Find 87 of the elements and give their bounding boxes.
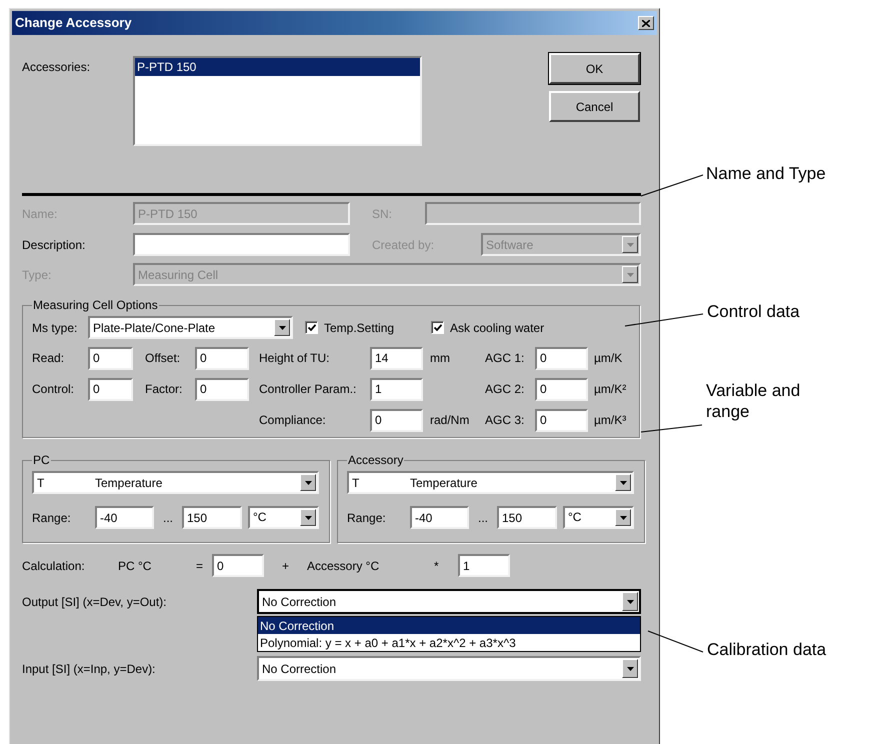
combo-box[interactable]: T Temperature (347, 471, 634, 494)
input-field[interactable]: 0 (535, 378, 588, 400)
combo-box[interactable]: Plate-Plate/Cone-Plate (88, 316, 293, 339)
caret-icon (626, 242, 634, 246)
field-label: Description: (22, 236, 86, 254)
field-label: = (196, 558, 204, 574)
field-label: Input [SI] (x=Inp, y=Dev): (22, 661, 156, 678)
combo-box[interactable]: T Temperature (32, 471, 319, 494)
check-icon (434, 324, 442, 331)
field-label: AGC 3: (485, 412, 526, 429)
close-button[interactable] (638, 16, 654, 30)
caret-icon (304, 480, 312, 484)
dropdown-option[interactable]: No Correction (258, 617, 640, 634)
input-field[interactable]: 1 (370, 378, 423, 400)
field-label: Height of TU: (259, 350, 330, 367)
field-label: Offset: (145, 350, 182, 367)
callout-label: Name and Type (706, 163, 827, 184)
checkbox[interactable] (431, 321, 444, 334)
dropdown-option[interactable]: Polynomial: y = x + a0 + a1*x + a2*x^2 + a3*x^3 (258, 634, 640, 651)
input-field[interactable]: 0 (370, 408, 423, 432)
separator-label: ... (162, 510, 174, 526)
caret-icon (278, 326, 286, 330)
input-field[interactable]: -40 (95, 506, 154, 529)
field-label: * (434, 558, 440, 574)
window-title: Change Accessory (15, 14, 132, 32)
input-field[interactable]: 0 (535, 346, 588, 370)
input-field[interactable]: 1 (458, 554, 510, 577)
combo-box[interactable]: °C (248, 506, 319, 529)
checkbox-label: Temp.Setting (324, 320, 394, 336)
checkbox[interactable] (305, 321, 318, 334)
checkbox-label: Ask cooling water (450, 320, 544, 336)
unit-label: µm/K (593, 350, 622, 367)
field-label: Calculation: (22, 558, 86, 574)
field-label: Compliance: (259, 412, 327, 429)
field-label: PC °C (118, 558, 152, 574)
caret-icon (620, 516, 626, 520)
field-label: Factor: (145, 381, 184, 398)
field-label: Ms type: (32, 320, 78, 336)
combo-box[interactable]: °C (563, 506, 634, 529)
list-item[interactable]: P-PTD 150 (135, 58, 420, 76)
input-field[interactable]: 0 (212, 554, 264, 577)
unit-label: mm (429, 350, 451, 367)
group-title: Measuring Cell Options (32, 297, 159, 314)
input-field[interactable]: 150 (182, 506, 242, 529)
unit-label: rad/Nm (429, 412, 470, 429)
dialog-button[interactable]: OK (549, 53, 640, 84)
unit-label: µm/K³ (593, 412, 626, 429)
input-field[interactable]: 150 (497, 506, 557, 529)
input-field[interactable]: -40 (410, 506, 469, 529)
callout-label: Control data (707, 301, 801, 322)
input-field[interactable] (133, 233, 350, 256)
list-box[interactable]: P-PTD 150 (133, 56, 422, 146)
field-label: Controller Param.: (259, 381, 358, 398)
dialog-button[interactable]: Cancel (549, 91, 640, 122)
leader-line (648, 630, 704, 652)
field-label: AGC 1: (485, 350, 526, 367)
input-field[interactable]: 0 (195, 378, 249, 400)
field-label: Range: (32, 510, 72, 526)
caret-icon (626, 600, 634, 604)
field-label: Control: (32, 381, 76, 398)
input-field[interactable]: 14 (370, 346, 423, 370)
group-title: PC (32, 452, 51, 469)
input-field[interactable]: 0 (88, 346, 133, 370)
input-field[interactable]: 0 (88, 378, 133, 400)
caret-icon (620, 480, 626, 484)
unit-label: µm/K² (593, 381, 626, 398)
combo-box[interactable]: No Correction (257, 589, 641, 614)
field-label: Read: (32, 350, 66, 367)
input-field[interactable]: 0 (195, 346, 249, 370)
caret-icon (304, 516, 312, 520)
callout-label: Calibration data (707, 639, 828, 660)
group-title: Accessory (347, 452, 404, 469)
field-label: Accessories: (22, 59, 92, 76)
close-icon (642, 20, 650, 26)
callout-label: Variable and range (706, 380, 802, 422)
field-label: Output [SI] (x=Dev, y=Out): (22, 594, 168, 611)
caret-icon (626, 666, 634, 670)
check-icon (308, 324, 316, 331)
field-label: + (282, 558, 290, 574)
leader-line (640, 424, 702, 432)
field-label: AGC 2: (485, 381, 526, 398)
field-label: Range: (347, 510, 387, 526)
input-field[interactable]: 0 (535, 408, 588, 432)
combo-box[interactable]: No Correction (257, 656, 641, 681)
separator-label: ... (476, 510, 489, 526)
field-label: Accessory °C (307, 558, 380, 574)
caret-icon (626, 272, 634, 276)
